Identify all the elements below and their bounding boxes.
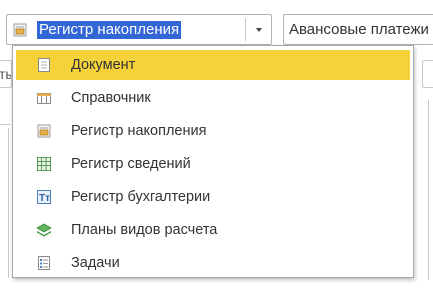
calculation-types-icon (36, 223, 52, 237)
list-item-label: Документ (71, 57, 136, 73)
background-field-text: ты (0, 66, 11, 82)
type-combobox-value[interactable]: Регистр накопления (37, 21, 182, 39)
svg-text:Тт: Тт (39, 193, 50, 204)
dropdown-toggle-button[interactable] (246, 15, 272, 44)
background-field-fragment: ты (0, 60, 12, 88)
list-item-label: Регистр накопления (71, 123, 207, 139)
document-icon (38, 58, 50, 72)
type-combobox[interactable]: Регистр накопления (6, 14, 272, 45)
list-item-label: Справочник (71, 90, 151, 106)
information-register-icon (37, 157, 51, 171)
list-item-accounting-register[interactable]: Тт Регистр бухгалтерии (16, 182, 410, 212)
list-item-tasks[interactable]: Задачи (16, 248, 410, 278)
object-field-value: Авансовые платежи (289, 21, 429, 38)
list-item-label: Регистр сведений (71, 156, 191, 172)
accumulation-register-icon (37, 124, 51, 138)
list-item-calculation-types[interactable]: Планы видов расчета (16, 215, 410, 245)
list-item-document[interactable]: Документ (16, 50, 410, 80)
list-item-information-register[interactable]: Регистр сведений (16, 149, 410, 179)
list-item-label: Задачи (71, 255, 120, 271)
list-item-catalog[interactable]: Справочник (16, 83, 410, 113)
type-selector-screen: ты Регистр накопления Авансовые платежи (0, 0, 433, 297)
accumulation-register-icon (13, 23, 27, 37)
catalog-icon (37, 93, 51, 104)
list-item-label: Регистр бухгалтерии (71, 189, 211, 205)
tasks-icon (38, 256, 50, 270)
list-item-label: Планы видов расчета (71, 222, 218, 238)
chevron-down-icon (256, 28, 262, 32)
type-dropdown-list: Документ Справочник Регистр накопления Р… (12, 45, 414, 278)
background-divider (0, 124, 10, 125)
accounting-register-icon: Тт (37, 190, 51, 204)
background-divider-vertical (8, 128, 9, 278)
object-field[interactable]: Авансовые платежи (283, 14, 433, 45)
list-item-accumulation-register[interactable]: Регистр накопления (16, 116, 410, 146)
background-field-fragment-right (422, 60, 433, 88)
background-divider-right (428, 100, 429, 280)
